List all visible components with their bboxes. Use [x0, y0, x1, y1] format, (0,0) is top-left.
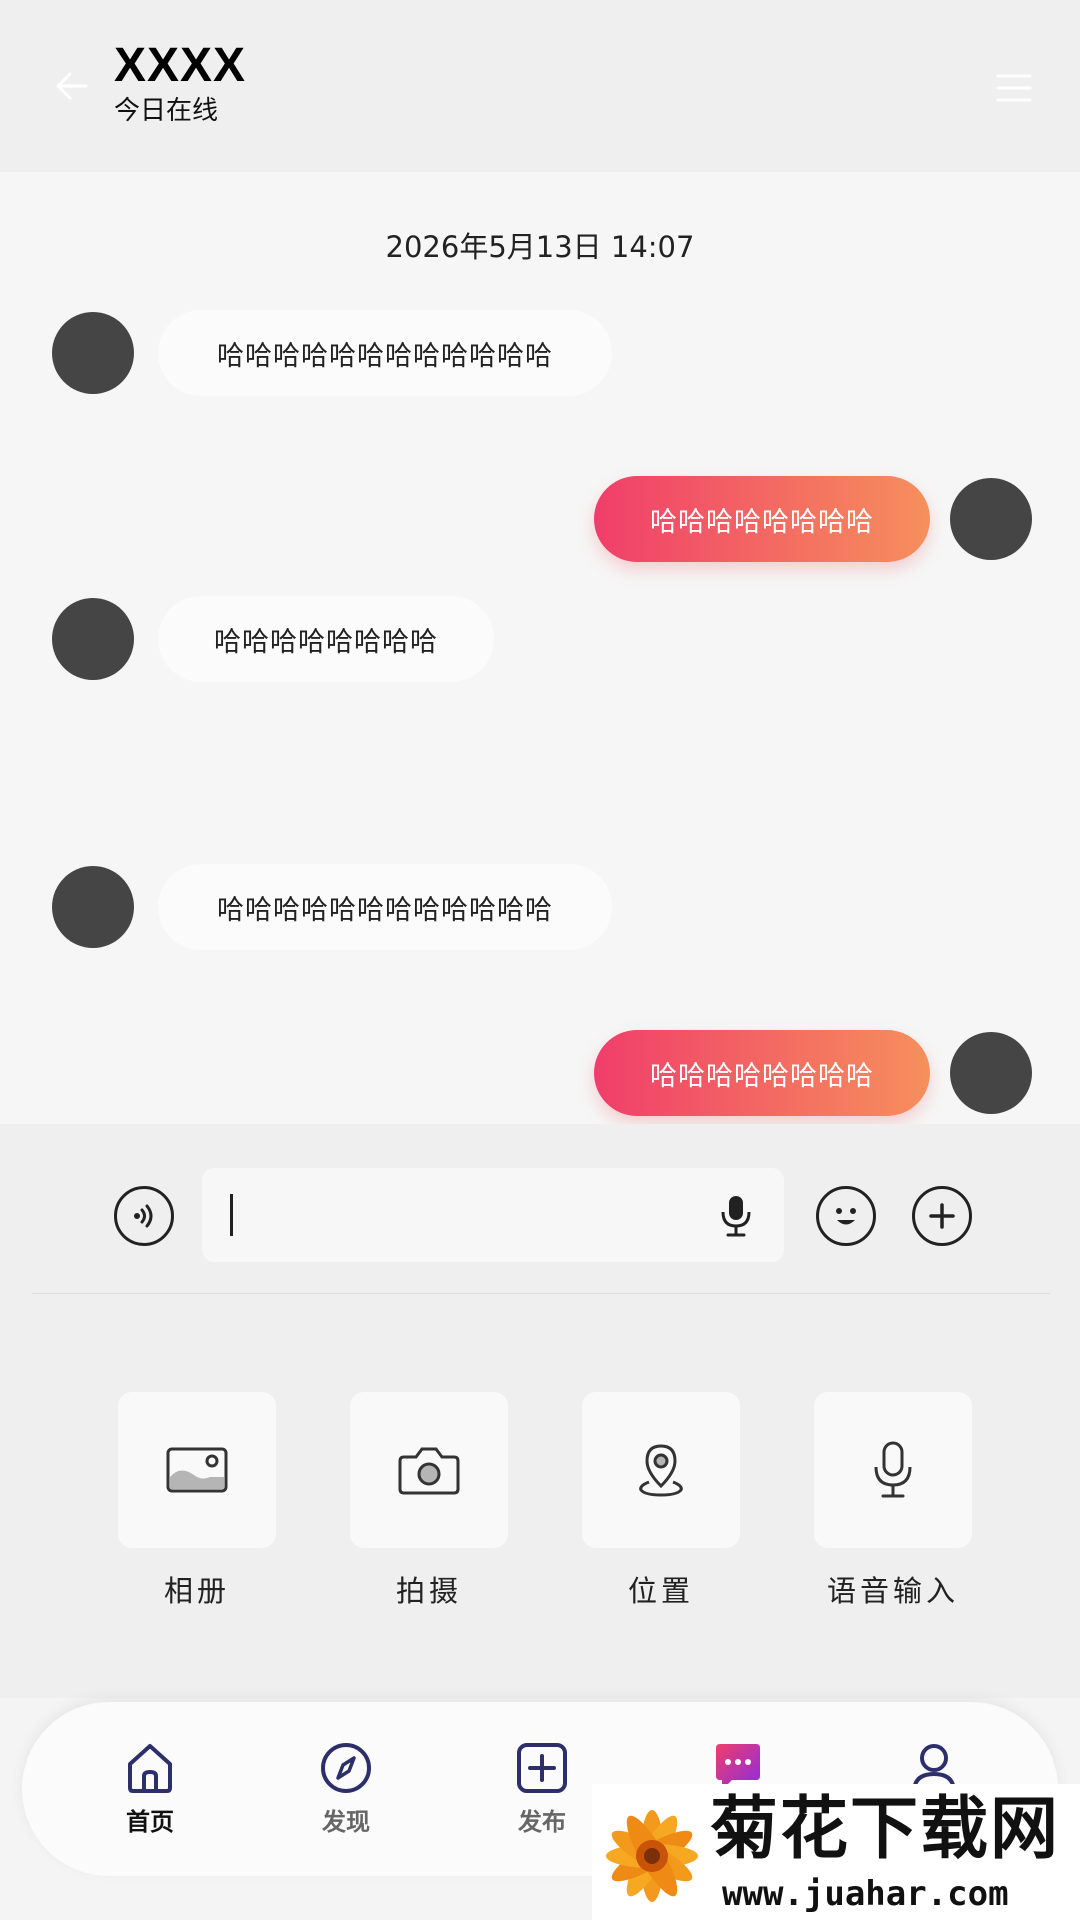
message-text: 哈哈哈哈哈哈哈哈	[650, 506, 874, 538]
nav-label: 发现	[322, 1808, 370, 1836]
incoming-message[interactable]: 哈哈哈哈哈哈哈哈	[158, 596, 494, 682]
tool-camera[interactable]: 拍摄	[350, 1392, 508, 1610]
voice-icon	[134, 1204, 153, 1228]
site-watermark: 菊花下载网 www.juahar.com	[592, 1784, 1080, 1920]
message-input[interactable]	[202, 1168, 784, 1262]
home-icon	[128, 1744, 172, 1793]
voice-input-tile[interactable]	[814, 1392, 972, 1548]
more-button[interactable]	[912, 1186, 972, 1246]
nav-home[interactable]: 首页	[90, 1740, 210, 1850]
outgoing-message[interactable]: 哈哈哈哈哈哈哈哈	[594, 1030, 930, 1116]
smiley-icon	[836, 1208, 856, 1225]
microphone-icon	[874, 1441, 912, 1498]
menu-button[interactable]	[996, 70, 1032, 106]
nav-label: 首页	[126, 1808, 174, 1836]
text-caret	[230, 1194, 233, 1236]
voice-input-button[interactable]	[716, 1194, 756, 1238]
location-tile[interactable]	[582, 1392, 740, 1548]
message-list[interactable]: 2026年5月13日 14:07 哈哈哈哈哈哈哈哈哈哈哈哈 哈哈哈哈哈哈哈哈 哈…	[0, 172, 1080, 1124]
my-avatar[interactable]	[950, 1032, 1032, 1114]
flower-logo-icon	[606, 1810, 698, 1902]
plus-circle-icon	[929, 1203, 955, 1229]
tool-location[interactable]: 位置	[582, 1392, 740, 1610]
arrow-left-icon	[56, 72, 88, 100]
message-text: 哈哈哈哈哈哈哈哈哈哈哈哈	[217, 894, 553, 926]
nav-publish[interactable]: 发布	[482, 1740, 602, 1850]
outgoing-message[interactable]: 哈哈哈哈哈哈哈哈	[594, 476, 930, 562]
input-bar	[0, 1124, 1080, 1295]
tool-label: 相册	[163, 1574, 230, 1608]
contact-avatar[interactable]	[52, 866, 134, 948]
photo-album-icon	[166, 1447, 228, 1493]
tool-voice-input[interactable]: 语音输入	[814, 1392, 972, 1610]
message-text: 哈哈哈哈哈哈哈哈哈哈哈哈	[217, 340, 553, 372]
contact-name: XXXX	[114, 39, 247, 92]
location-pin-icon	[639, 1444, 683, 1497]
add-square-icon	[517, 1743, 567, 1793]
online-status: 今日在线	[114, 96, 219, 126]
message-timestamp: 2026年5月13日 14:07	[385, 230, 695, 264]
tool-label: 语音输入	[826, 1574, 959, 1608]
nav-label: 发布	[518, 1808, 566, 1836]
message-text: 哈哈哈哈哈哈哈哈	[650, 1060, 874, 1092]
voice-toggle-button[interactable]	[114, 1186, 174, 1246]
attachment-panel: 相册 拍摄 位置 语音输入	[0, 1294, 1080, 1698]
chat-header: XXXX 今日在线	[0, 0, 1080, 172]
contact-avatar[interactable]	[52, 598, 134, 680]
microphone-icon	[721, 1196, 751, 1237]
compass-icon	[321, 1743, 371, 1793]
incoming-message[interactable]: 哈哈哈哈哈哈哈哈哈哈哈哈	[158, 864, 612, 950]
emoji-button[interactable]	[816, 1186, 876, 1246]
watermark-title: 菊花下载网	[710, 1790, 1061, 1869]
tool-label: 拍摄	[395, 1574, 462, 1608]
menu-icon	[996, 74, 1032, 102]
camera-tile[interactable]	[350, 1392, 508, 1548]
tool-label: 位置	[627, 1574, 694, 1608]
incoming-message[interactable]: 哈哈哈哈哈哈哈哈哈哈哈哈	[158, 310, 612, 396]
my-avatar[interactable]	[950, 478, 1032, 560]
camera-icon	[398, 1447, 460, 1495]
tool-album[interactable]: 相册	[118, 1392, 276, 1610]
nav-discover[interactable]: 发现	[286, 1740, 406, 1850]
chat-screen: XXXX 今日在线 2026年5月13日 14:07 哈哈哈哈哈哈哈哈哈哈哈哈 …	[0, 0, 1080, 1920]
album-tile[interactable]	[118, 1392, 276, 1548]
contact-avatar[interactable]	[52, 312, 134, 394]
watermark-url: www.juahar.com	[722, 1874, 1009, 1914]
contact-title: XXXX 今日在线	[114, 38, 246, 128]
message-text: 哈哈哈哈哈哈哈哈	[214, 626, 438, 658]
back-button[interactable]	[48, 62, 96, 110]
